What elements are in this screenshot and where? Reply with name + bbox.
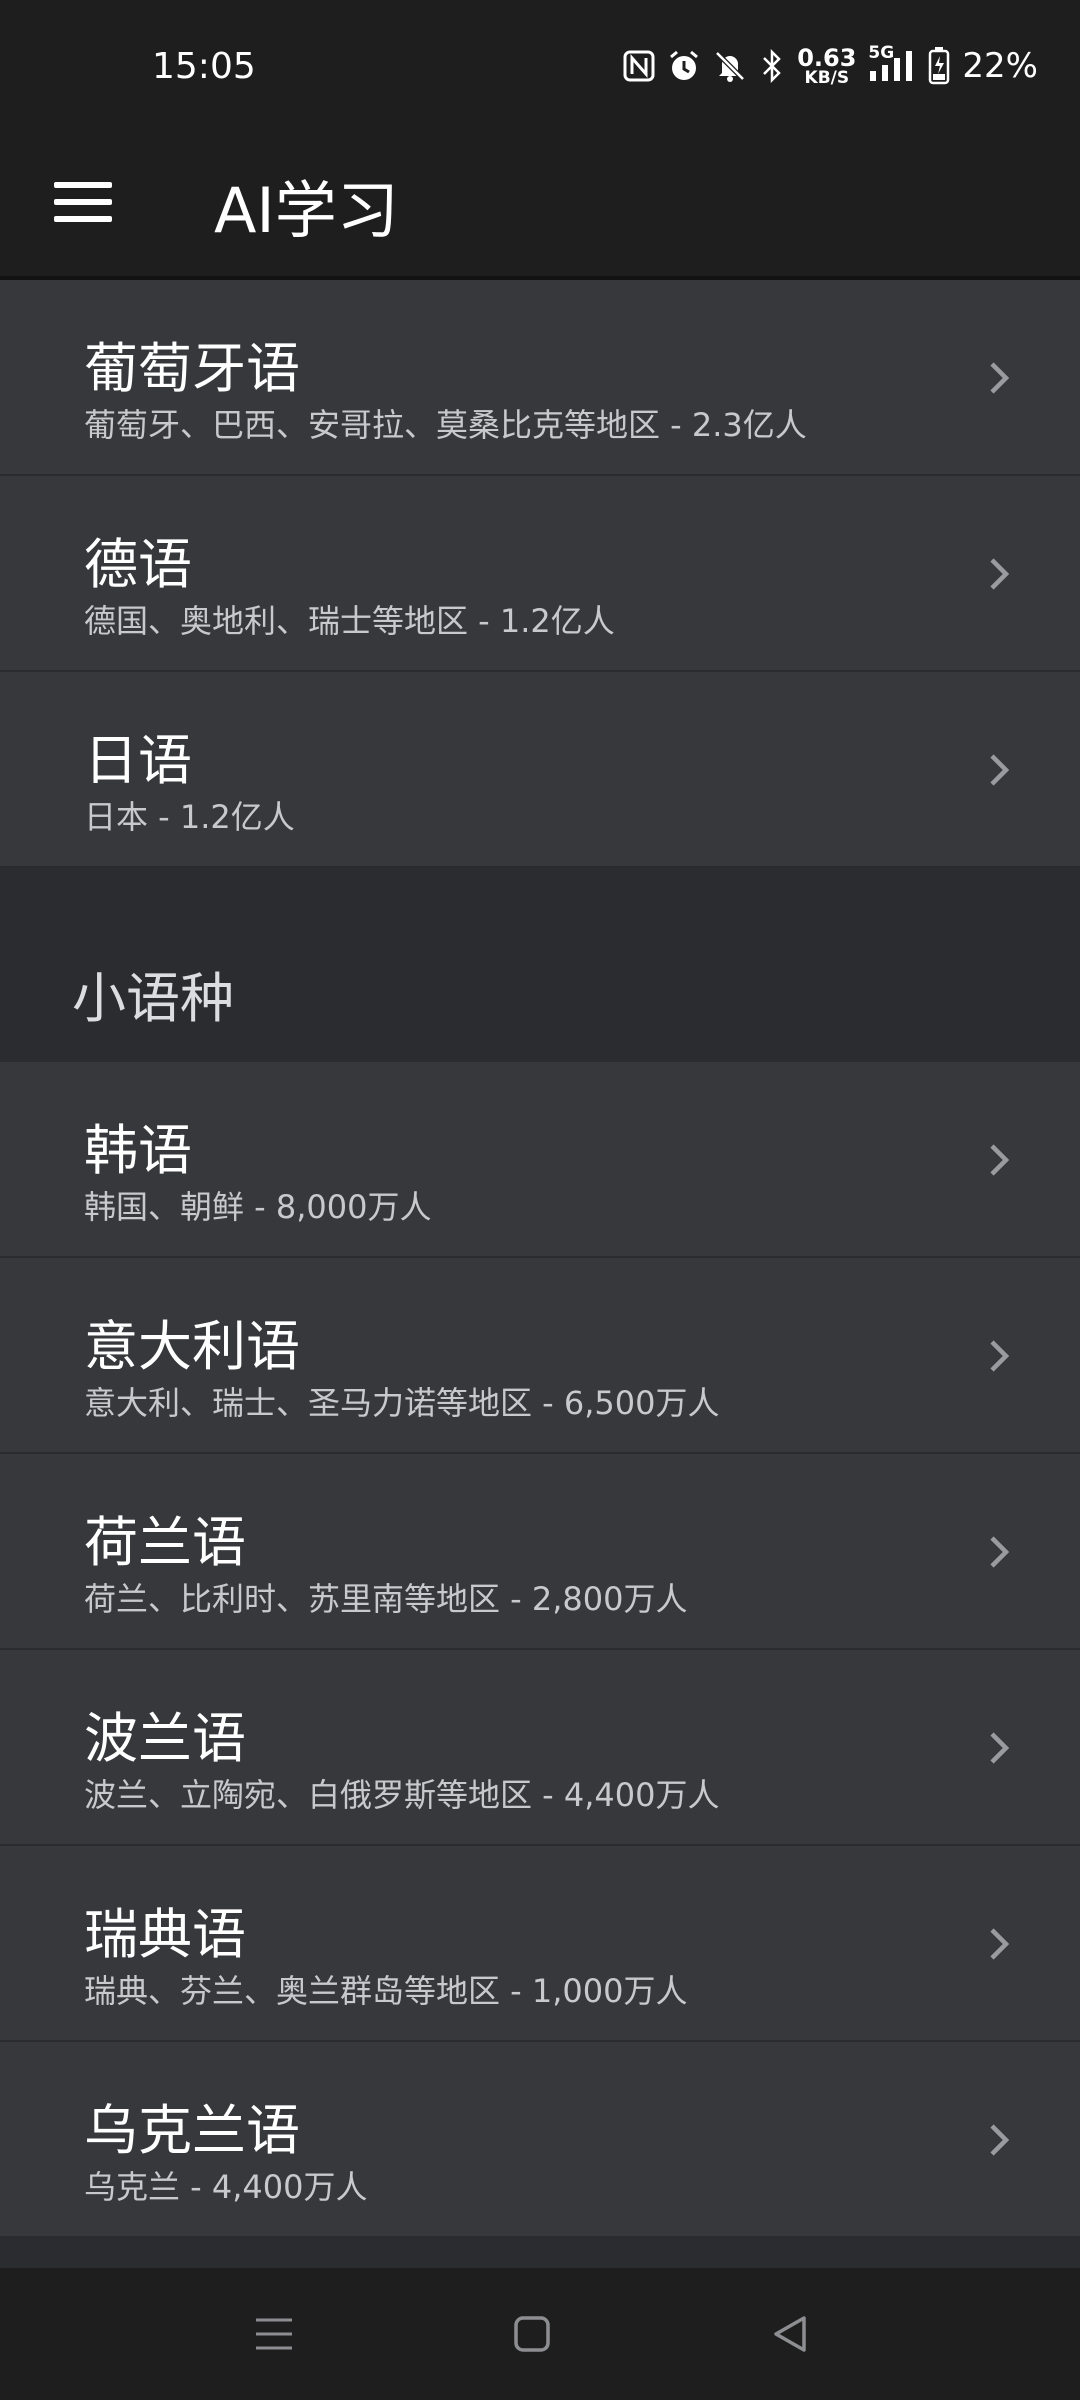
list-item[interactable]: 葡萄牙语 葡萄牙、巴西、安哥拉、莫桑比克等地区 - 2.3亿人 xyxy=(0,280,1080,476)
list-item[interactable]: 乌克兰语 乌克兰 - 4,400万人 xyxy=(0,2042,1080,2238)
nfc-icon xyxy=(623,50,655,82)
net-speed-unit: KB/S xyxy=(804,67,850,88)
list-item[interactable]: 韩语 韩国、朝鲜 - 8,000万人 xyxy=(0,1062,1080,1258)
item-subtitle: 意大利、瑞士、圣马力诺等地区 - 6,500万人 xyxy=(84,1384,720,1422)
list-item[interactable]: 瑞典语 瑞典、芬兰、奥兰群岛等地区 - 1,000万人 xyxy=(0,1846,1080,2042)
chevron-right-icon xyxy=(990,1340,1010,1372)
bluetooth-icon xyxy=(759,49,785,83)
list-item[interactable]: 德语 德国、奥地利、瑞士等地区 - 1.2亿人 xyxy=(0,476,1080,672)
app-bar: AI学习 xyxy=(0,130,1080,280)
list-item[interactable]: 日语 日本 - 1.2亿人 xyxy=(0,672,1080,868)
section-divider xyxy=(0,868,1080,916)
chevron-right-icon xyxy=(990,1144,1010,1176)
item-subtitle: 荷兰、比利时、苏里南等地区 - 2,800万人 xyxy=(84,1580,688,1618)
hamburger-menu-icon[interactable] xyxy=(54,172,114,232)
item-title: 葡萄牙语 xyxy=(84,337,300,400)
item-title: 德语 xyxy=(84,533,192,596)
home-icon[interactable] xyxy=(508,2310,556,2358)
chevron-right-icon xyxy=(990,558,1010,590)
status-time: 15:05 xyxy=(152,46,256,87)
status-icons: 0.63 KB/S 5G 22% xyxy=(623,40,1038,92)
signal-icon: 5G xyxy=(868,43,916,83)
list-item[interactable]: 荷兰语 荷兰、比利时、苏里南等地区 - 2,800万人 xyxy=(0,1454,1080,1650)
chevron-right-icon xyxy=(990,2124,1010,2156)
section-header: 小语种 xyxy=(0,916,1080,1062)
chevron-right-icon xyxy=(990,1536,1010,1568)
network-type: 5G xyxy=(868,43,895,63)
recent-apps-icon[interactable] xyxy=(250,2310,298,2358)
item-subtitle: 日本 - 1.2亿人 xyxy=(84,798,295,836)
net-speed-value: 0.63 xyxy=(797,43,857,72)
item-title: 波兰语 xyxy=(84,1707,246,1770)
chevron-right-icon xyxy=(990,754,1010,786)
chevron-right-icon xyxy=(990,1732,1010,1764)
section-title: 小语种 xyxy=(72,967,234,1030)
item-title: 荷兰语 xyxy=(84,1511,246,1574)
chevron-right-icon xyxy=(990,1928,1010,1960)
alarm-icon xyxy=(667,49,701,83)
item-subtitle: 乌克兰 - 4,400万人 xyxy=(84,2168,368,2206)
item-title: 乌克兰语 xyxy=(84,2099,300,2162)
list-item[interactable]: 意大利语 意大利、瑞士、圣马力诺等地区 - 6,500万人 xyxy=(0,1258,1080,1454)
net-speed: 0.63 KB/S xyxy=(797,46,856,87)
item-subtitle: 韩国、朝鲜 - 8,000万人 xyxy=(84,1188,432,1226)
back-icon[interactable] xyxy=(766,2310,814,2358)
chevron-right-icon xyxy=(990,362,1010,394)
item-title: 日语 xyxy=(84,729,192,792)
list-item[interactable]: 波兰语 波兰、立陶宛、白俄罗斯等地区 - 4,400万人 xyxy=(0,1650,1080,1846)
item-title: 韩语 xyxy=(84,1119,192,1182)
battery-percent: 22% xyxy=(962,46,1038,86)
item-subtitle: 瑞典、芬兰、奥兰群岛等地区 - 1,000万人 xyxy=(84,1972,688,2010)
page-title: AI学习 xyxy=(214,174,399,247)
item-title: 意大利语 xyxy=(84,1315,300,1378)
item-subtitle: 波兰、立陶宛、白俄罗斯等地区 - 4,400万人 xyxy=(84,1776,720,1814)
item-title: 瑞典语 xyxy=(84,1903,246,1966)
system-nav-bar xyxy=(0,2268,1080,2400)
language-list: 葡萄牙语 葡萄牙、巴西、安哥拉、莫桑比克等地区 - 2.3亿人 德语 德国、奥地… xyxy=(0,280,1080,2238)
mute-bell-icon xyxy=(713,49,747,83)
item-subtitle: 葡萄牙、巴西、安哥拉、莫桑比克等地区 - 2.3亿人 xyxy=(84,406,807,444)
status-bar: 15:05 0.63 KB/S 5G 22% xyxy=(0,0,1080,130)
item-subtitle: 德国、奥地利、瑞士等地区 - 1.2亿人 xyxy=(84,602,615,640)
battery-charging-icon xyxy=(928,47,950,85)
